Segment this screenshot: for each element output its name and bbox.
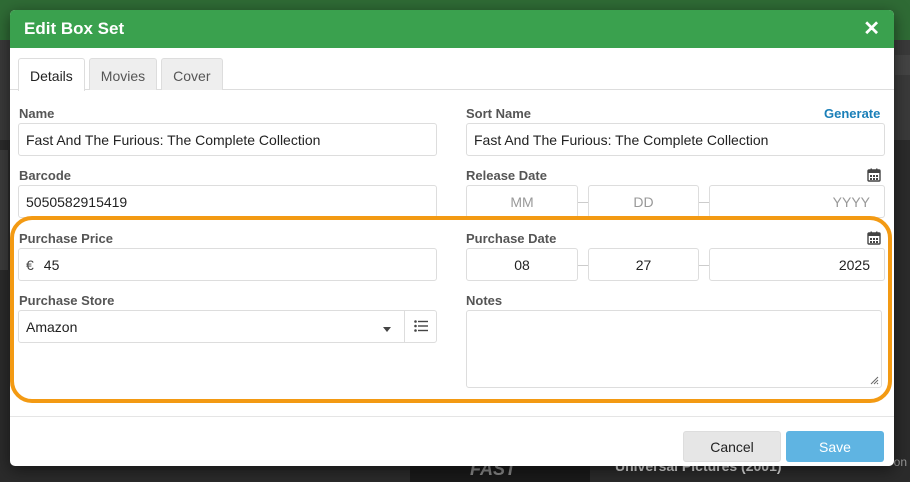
name-label: Name: [19, 106, 55, 121]
modal-footer: Cancel Save: [10, 416, 894, 466]
purchase-month-input[interactable]: 08: [466, 248, 578, 281]
cancel-button[interactable]: Cancel: [683, 431, 781, 462]
tab-details[interactable]: Details: [18, 58, 85, 91]
notes-textarea[interactable]: [466, 310, 882, 388]
release-day-placeholder: DD: [633, 193, 654, 210]
currency-symbol: €: [26, 256, 34, 273]
barcode-input[interactable]: 5050582915419: [18, 185, 437, 218]
calendar-icon[interactable]: [867, 231, 881, 245]
release-month-placeholder: MM: [510, 193, 534, 210]
notes-label: Notes: [466, 293, 503, 308]
release-day-input[interactable]: DD: [588, 185, 699, 218]
date-separator: [578, 265, 588, 266]
tab-movies[interactable]: Movies: [88, 58, 158, 90]
release-date-label: Release Date: [466, 168, 547, 183]
tab-bar: Details Movies Cover: [10, 48, 894, 91]
date-separator: [699, 202, 709, 203]
background-right-edge: [895, 55, 910, 75]
release-month-input[interactable]: MM: [466, 185, 578, 218]
purchase-store-select[interactable]: Amazon: [18, 310, 437, 343]
generate-link[interactable]: Generate: [824, 106, 880, 121]
list-icon[interactable]: [414, 320, 428, 332]
date-separator: [699, 265, 709, 266]
modal-title: Edit Box Set: [24, 19, 125, 38]
modal-header: Edit Box Set ✕: [10, 10, 894, 48]
details-form: Name Fast And The Furious: The Complete …: [10, 90, 894, 446]
purchase-store-label: Purchase Store: [19, 293, 115, 308]
purchase-day-input[interactable]: 27: [588, 248, 699, 281]
chevron-down-icon[interactable]: [383, 327, 391, 332]
release-year-placeholder: YYYY: [832, 193, 870, 210]
sort-name-input[interactable]: Fast And The Furious: The Complete Colle…: [466, 123, 885, 156]
date-separator: [578, 202, 588, 203]
purchase-price-label: Purchase Price: [19, 231, 113, 246]
purchase-price-value: 45: [43, 256, 60, 273]
resize-handle-icon[interactable]: [869, 375, 879, 385]
purchase-date-label: Purchase Date: [466, 231, 557, 246]
sort-name-label: Sort Name: [466, 106, 532, 121]
select-divider: [404, 310, 405, 343]
edit-box-set-modal: Edit Box Set ✕ Details Movies Cover Name…: [10, 10, 894, 466]
release-year-input[interactable]: YYYY: [709, 185, 885, 218]
calendar-icon[interactable]: [867, 168, 881, 182]
background-left-edge: [0, 150, 8, 270]
tab-cover[interactable]: Cover: [161, 58, 223, 90]
name-input[interactable]: Fast And The Furious: The Complete Colle…: [18, 123, 437, 156]
close-icon[interactable]: ✕: [863, 19, 880, 39]
barcode-label: Barcode: [19, 168, 72, 183]
save-button[interactable]: Save: [786, 431, 884, 462]
purchase-store-value: Amazon: [26, 318, 78, 335]
purchase-year-input[interactable]: 2025: [709, 248, 885, 281]
purchase-price-input[interactable]: € 45: [18, 248, 437, 281]
